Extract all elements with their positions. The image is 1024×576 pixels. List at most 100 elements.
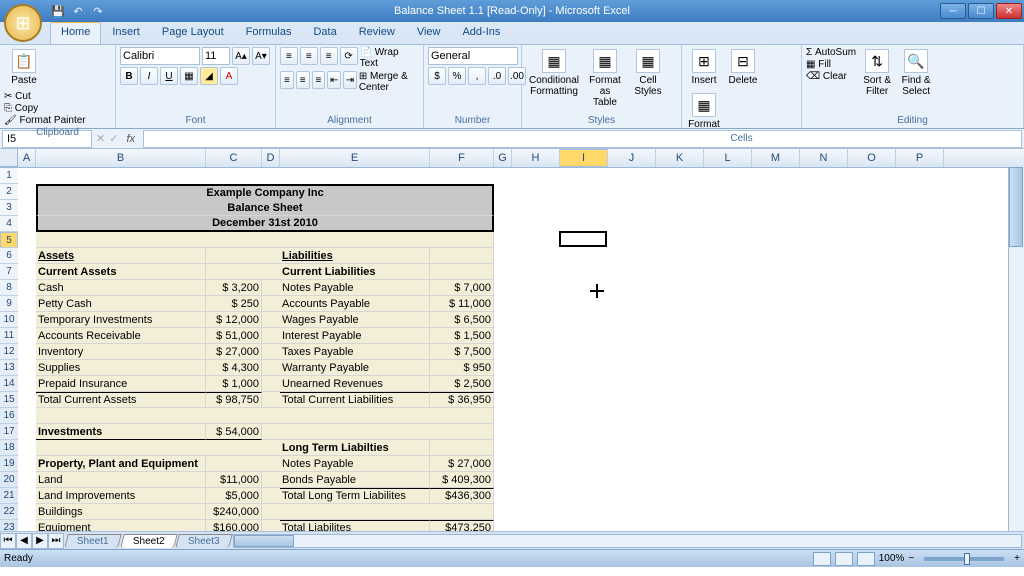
sheet-prev-icon[interactable]: ◀ bbox=[16, 533, 32, 549]
tab-home[interactable]: Home bbox=[50, 22, 101, 44]
cell-B16[interactable] bbox=[36, 408, 494, 424]
cell-B2[interactable]: Example Company Inc bbox=[36, 184, 494, 200]
cell-C8[interactable]: $ 3,200 bbox=[206, 280, 262, 296]
tab-view[interactable]: View bbox=[406, 22, 452, 44]
fill-button[interactable]: ▦ Fill bbox=[806, 59, 856, 70]
insert-cells-button[interactable]: ⊞Insert bbox=[686, 47, 722, 88]
cell-B19[interactable]: Property, Plant and Equipment bbox=[36, 456, 206, 472]
vertical-scrollbar[interactable] bbox=[1008, 167, 1024, 531]
cell-B9[interactable]: Petty Cash bbox=[36, 296, 206, 312]
cell-B3[interactable]: Balance Sheet bbox=[36, 200, 494, 216]
cell-E9[interactable]: Accounts Payable bbox=[280, 296, 430, 312]
row-header-8[interactable]: 8 bbox=[0, 280, 18, 296]
row-header-11[interactable]: 11 bbox=[0, 328, 18, 344]
cell-E19[interactable]: Notes Payable bbox=[280, 456, 430, 472]
row-header-2[interactable]: 2 bbox=[0, 184, 18, 200]
cell-F20[interactable]: $ 409,300 bbox=[430, 472, 494, 488]
sheet-tab-sheet3[interactable]: Sheet3 bbox=[176, 534, 233, 548]
row-header-10[interactable]: 10 bbox=[0, 312, 18, 328]
shrink-font-icon[interactable]: A▾ bbox=[252, 47, 270, 65]
align-bot-icon[interactable]: ≡ bbox=[320, 47, 338, 65]
cell-B7[interactable]: Current Assets bbox=[36, 264, 206, 280]
tab-add-ins[interactable]: Add-Ins bbox=[451, 22, 511, 44]
indent-inc-icon[interactable]: ⇥ bbox=[343, 71, 357, 89]
col-header-F[interactable]: F bbox=[430, 149, 494, 167]
cell-F21[interactable]: $436,300 bbox=[430, 488, 494, 504]
cell-styles-button[interactable]: ▦Cell Styles bbox=[628, 47, 668, 99]
align-top-icon[interactable]: ≡ bbox=[280, 47, 298, 65]
cell-B13[interactable]: Supplies bbox=[36, 360, 206, 376]
zoom-in-icon[interactable]: + bbox=[1014, 553, 1020, 564]
save-icon[interactable]: 💾 bbox=[50, 3, 66, 19]
copy-button[interactable]: ⎘ Copy bbox=[4, 103, 86, 114]
cell-E6[interactable]: Liabilities bbox=[280, 248, 430, 264]
cell-B15[interactable]: Total Current Assets bbox=[36, 392, 206, 408]
indent-dec-icon[interactable]: ⇤ bbox=[327, 71, 341, 89]
cell-E14[interactable]: Unearned Revenues bbox=[280, 376, 430, 392]
percent-icon[interactable]: % bbox=[448, 67, 466, 85]
cell-E11[interactable]: Interest Payable bbox=[280, 328, 430, 344]
row-header-22[interactable]: 22 bbox=[0, 504, 18, 520]
cell-B22[interactable]: Buildings bbox=[36, 504, 206, 520]
cell-F23[interactable]: $473,250 bbox=[430, 520, 494, 531]
cell-E15[interactable]: Total Current Liabilities bbox=[280, 392, 430, 408]
cell-C14[interactable]: $ 1,000 bbox=[206, 376, 262, 392]
col-header-P[interactable]: P bbox=[896, 149, 944, 167]
row-header-15[interactable]: 15 bbox=[0, 392, 18, 408]
font-size-select[interactable] bbox=[202, 47, 230, 65]
paste-button[interactable]: 📋Paste bbox=[4, 47, 44, 88]
row-header-16[interactable]: 16 bbox=[0, 408, 18, 424]
row-header-19[interactable]: 19 bbox=[0, 456, 18, 472]
tab-data[interactable]: Data bbox=[302, 22, 347, 44]
cell-B14[interactable]: Prepaid Insurance bbox=[36, 376, 206, 392]
wrap-text-button[interactable]: 📄 Wrap Text bbox=[360, 47, 419, 69]
zoom-slider[interactable] bbox=[924, 557, 1004, 561]
col-header-A[interactable]: A bbox=[18, 149, 36, 167]
underline-button[interactable]: U bbox=[160, 67, 178, 85]
format-as-table-button[interactable]: ▦Format as Table bbox=[585, 47, 625, 110]
delete-cells-button[interactable]: ⊟Delete bbox=[725, 47, 761, 88]
row-header-23[interactable]: 23 bbox=[0, 520, 18, 531]
font-color-icon[interactable]: A bbox=[220, 67, 238, 85]
row-header-5[interactable]: 5 bbox=[0, 232, 18, 248]
cell-C9[interactable]: $ 250 bbox=[206, 296, 262, 312]
fill-color-icon[interactable]: ◢ bbox=[200, 67, 218, 85]
cell-B23[interactable]: Equipment bbox=[36, 520, 206, 531]
cell-B5[interactable] bbox=[36, 232, 494, 248]
tab-review[interactable]: Review bbox=[348, 22, 406, 44]
cell-C21[interactable]: $5,000 bbox=[206, 488, 262, 504]
col-header-L[interactable]: L bbox=[704, 149, 752, 167]
cell-B6[interactable]: Assets bbox=[36, 248, 206, 264]
cell-B4[interactable]: December 31st 2010 bbox=[36, 216, 494, 232]
zoom-out-icon[interactable]: − bbox=[908, 553, 914, 564]
close-button[interactable]: ✕ bbox=[996, 3, 1022, 19]
cell-E20[interactable]: Bonds Payable bbox=[280, 472, 430, 488]
comma-icon[interactable]: , bbox=[468, 67, 486, 85]
cell-C15[interactable]: $ 98,750 bbox=[206, 392, 262, 408]
fx-icon[interactable]: fx bbox=[126, 133, 135, 145]
cell-E7[interactable]: Current Liabilities bbox=[280, 264, 430, 280]
maximize-button[interactable]: ☐ bbox=[968, 3, 994, 19]
cell-C13[interactable]: $ 4,300 bbox=[206, 360, 262, 376]
undo-icon[interactable]: ↶ bbox=[70, 3, 86, 19]
sheet-next-icon[interactable]: ▶ bbox=[32, 533, 48, 549]
row-header-1[interactable]: 1 bbox=[0, 168, 18, 184]
tab-formulas[interactable]: Formulas bbox=[235, 22, 303, 44]
cell-B12[interactable]: Inventory bbox=[36, 344, 206, 360]
align-center-icon[interactable]: ≡ bbox=[296, 71, 310, 89]
sort-filter-button[interactable]: ⇅Sort & Filter bbox=[859, 47, 895, 99]
col-header-G[interactable]: G bbox=[494, 149, 512, 167]
merge-center-button[interactable]: ⊞ Merge & Center bbox=[359, 71, 419, 93]
tab-page-layout[interactable]: Page Layout bbox=[151, 22, 235, 44]
font-name-select[interactable] bbox=[120, 47, 200, 65]
cell-F8[interactable]: $ 7,000 bbox=[430, 280, 494, 296]
orientation-icon[interactable]: ⟳ bbox=[340, 47, 358, 65]
cell-E13[interactable]: Warranty Payable bbox=[280, 360, 430, 376]
cell-F12[interactable]: $ 7,500 bbox=[430, 344, 494, 360]
row-header-20[interactable]: 20 bbox=[0, 472, 18, 488]
cell-E12[interactable]: Taxes Payable bbox=[280, 344, 430, 360]
cell-F15[interactable]: $ 36,950 bbox=[430, 392, 494, 408]
align-right-icon[interactable]: ≡ bbox=[312, 71, 326, 89]
row-header-3[interactable]: 3 bbox=[0, 200, 18, 216]
conditional-formatting-button[interactable]: ▦Conditional Formatting bbox=[526, 47, 582, 99]
